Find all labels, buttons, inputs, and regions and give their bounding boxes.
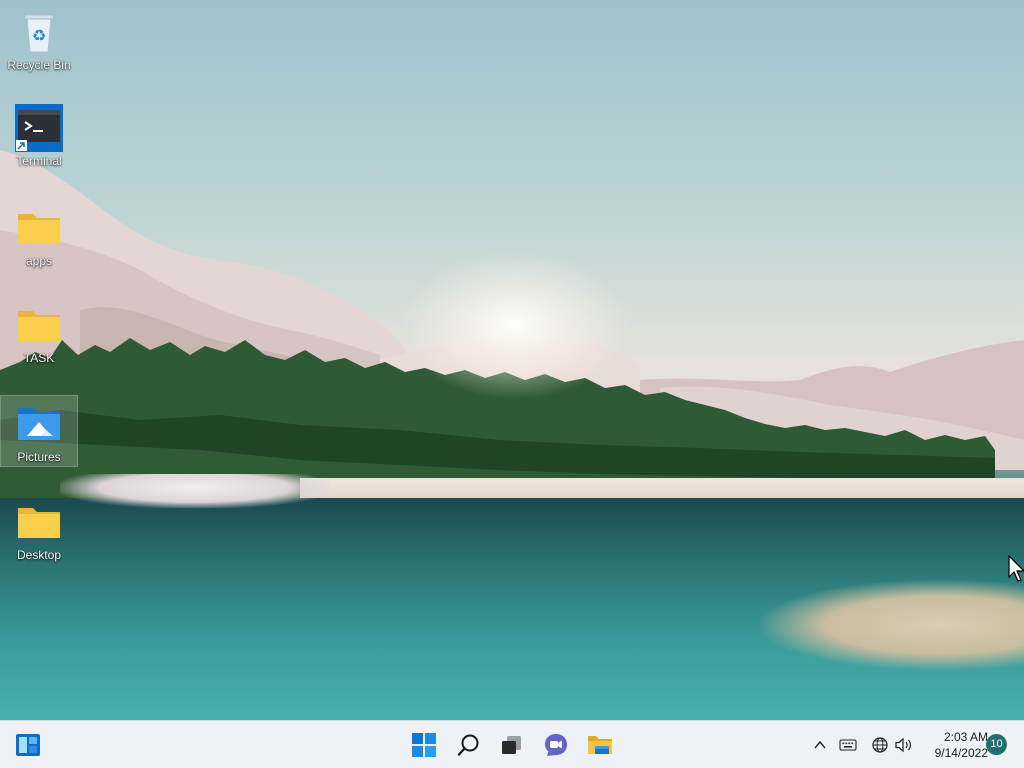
search-icon	[457, 734, 479, 756]
mouse-cursor-icon	[1008, 555, 1024, 582]
start-button[interactable]	[406, 727, 442, 763]
terminal-icon	[15, 104, 63, 152]
volume-icon	[895, 737, 911, 753]
desktop[interactable]: ♻ Recycle Bin Terminal apps TASK Picture…	[0, 0, 1024, 720]
recycle-bin-icon: ♻	[15, 8, 63, 56]
chevron-up-icon	[814, 740, 826, 749]
desktop-icon-apps[interactable]: apps	[1, 200, 77, 272]
clock-date: 9/14/2022	[934, 746, 988, 760]
widgets-button[interactable]	[10, 727, 46, 763]
file-explorer-button[interactable]	[582, 727, 618, 763]
wallpaper-grass	[760, 580, 1024, 670]
file-explorer-icon	[588, 736, 612, 754]
show-hidden-icons-button[interactable]	[810, 735, 830, 755]
folder-icon	[15, 301, 63, 349]
clock-time: 2:03 AM	[943, 730, 988, 744]
desktop-icon-task[interactable]: TASK	[1, 297, 77, 369]
task-view-icon	[502, 736, 521, 754]
desktop-icon-label: apps	[25, 254, 53, 268]
desktop-icon-recycle-bin[interactable]: ♻ Recycle Bin	[1, 4, 77, 76]
widgets-icon	[16, 734, 40, 756]
notification-badge[interactable]: 10	[986, 734, 1007, 755]
teams-chat-icon	[545, 734, 567, 756]
svg-text:♻: ♻	[32, 26, 46, 45]
windows-start-icon	[412, 733, 436, 757]
desktop-icon-label: TASK	[23, 351, 55, 365]
desktop-icon-label: Desktop	[16, 548, 62, 562]
network-icon	[872, 737, 888, 753]
folder-icon	[15, 498, 63, 546]
network-button[interactable]	[870, 735, 890, 755]
desktop-icon-desktop[interactable]: Desktop	[1, 494, 77, 566]
keyboard-icon	[839, 739, 857, 751]
desktop-icon-pictures[interactable]: Pictures	[0, 395, 78, 467]
desktop-icon-label: Pictures	[17, 450, 61, 464]
volume-button[interactable]	[894, 735, 914, 755]
wallpaper-sun-glow	[400, 250, 630, 400]
wallpaper-rock	[60, 474, 330, 508]
pictures-folder-icon	[15, 400, 63, 448]
search-button[interactable]	[451, 727, 487, 763]
desktop-icon-terminal[interactable]: Terminal	[1, 100, 77, 172]
clock[interactable]: 2:03 AM 9/14/2022	[920, 729, 988, 761]
chat-button[interactable]	[538, 727, 574, 763]
taskbar: 2:03 AM 9/14/2022 10	[0, 720, 1024, 768]
desktop-icon-label: Recycle Bin	[7, 58, 71, 72]
task-view-button[interactable]	[494, 727, 530, 763]
folder-icon	[15, 204, 63, 252]
input-indicator-button[interactable]	[838, 735, 858, 755]
desktop-icon-label: Terminal	[16, 154, 62, 168]
